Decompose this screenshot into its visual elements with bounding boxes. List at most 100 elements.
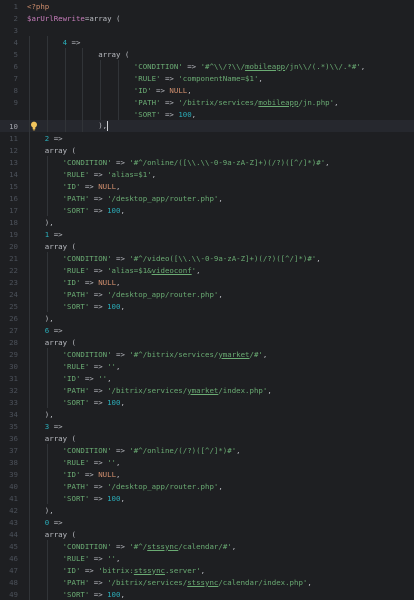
code-line[interactable]: 2 $arUrlRewrite=array ( [0,12,414,24]
code-editor[interactable]: 1 <?php 2 $arUrlRewrite=array (3 4 4 => 5 array… [0,0,414,600]
code-text[interactable]: <?php [27,2,49,11]
code-line[interactable]: 46 'RULE' => '', [0,552,414,564]
code-text[interactable]: 'RULE' => 'alias=$1&videoconf', [63,266,201,275]
code-line[interactable]: 24 'PATH' => '/desktop_app/router.php', [0,288,414,300]
code-text[interactable]: 'SORT' => 100, [63,494,125,503]
code-line[interactable]: 29 'CONDITION' => '#^/bitrix/services/yma… [0,348,414,360]
code-line[interactable]: 37 'CONDITION' => '#^/online/(/?)([^/]*)#… [0,444,414,456]
code-line[interactable]: 43 0 => [0,516,414,528]
code-line[interactable]: 7 'RULE' => 'componentName=$1', [0,72,414,84]
code-line[interactable]: 8 'ID' => NULL, [0,84,414,96]
code-line[interactable]: 3 [0,24,414,36]
code-text[interactable]: array ( [98,50,129,59]
code-text[interactable]: array ( [45,338,76,347]
code-line[interactable]: 14 'RULE' => 'alias=$1', [0,168,414,180]
code-text[interactable]: 1 => [45,230,63,239]
code-text[interactable]: ), [98,121,109,131]
code-line[interactable]: 40 'PATH' => '/desktop_app/router.php', [0,480,414,492]
code-line[interactable]: 28 array ( [0,336,414,348]
code-text[interactable]: 'RULE' => '', [63,554,121,563]
code-text[interactable]: 'SORT' => 100, [63,398,125,407]
code-line[interactable]: 33 'SORT' => 100, [0,396,414,408]
code-text[interactable]: 'SORT' => 100, [63,206,125,215]
code-text[interactable]: 'RULE' => 'componentName=$1', [134,74,263,83]
code-text[interactable]: ), [45,314,54,323]
code-line[interactable]: 45 'CONDITION' => '#^/stssync/calendar/#'… [0,540,414,552]
code-text[interactable]: 'PATH' => '/desktop_app/router.php', [63,482,223,491]
code-text[interactable]: 'CONDITION' => '#^/video([\\.\\-0-9a-zA-… [63,254,321,263]
code-line[interactable]: 25 'SORT' => 100, [0,300,414,312]
code-text[interactable]: 'SORT' => 100, [63,590,125,599]
code-line[interactable]: 'SORT' => 100, [0,108,414,120]
code-text[interactable]: 'CONDITION' => '#^/stssync/calendar/#', [63,542,237,551]
code-text[interactable]: $arUrlRewrite=array ( [27,14,120,23]
code-line[interactable]: 36 array ( [0,432,414,444]
code-text[interactable]: 'ID' => NULL, [63,182,121,191]
code-line[interactable]: 19 1 => [0,228,414,240]
code-text[interactable]: 'ID' => 'bitrix:stssync.server', [63,566,205,575]
code-line[interactable]: 10), [0,120,414,132]
code-text[interactable]: ), [45,506,54,515]
code-line[interactable]: 47 'ID' => 'bitrix:stssync.server', [0,564,414,576]
code-line[interactable]: 5 array ( [0,48,414,60]
lightbulb-icon[interactable] [30,121,38,131]
code-line[interactable]: 22 'RULE' => 'alias=$1&videoconf', [0,264,414,276]
code-text[interactable]: 'PATH' => '/bitrix/services/mobileapp/jn… [134,98,339,107]
code-text[interactable]: 'PATH' => '/bitrix/services/stssync/cale… [63,578,312,587]
code-line[interactable]: 15 'ID' => NULL, [0,180,414,192]
code-text[interactable]: 0 => [45,518,63,527]
code-line[interactable]: 1 <?php [0,0,414,12]
code-line[interactable]: 42), [0,504,414,516]
code-text[interactable]: 'ID' => NULL, [63,278,121,287]
code-text[interactable]: array ( [45,434,76,443]
code-line[interactable]: 27 6 => [0,324,414,336]
code-text[interactable]: 'PATH' => '/bitrix/services/ymarket/inde… [63,386,272,395]
code-line[interactable]: 44 array ( [0,528,414,540]
code-line[interactable]: 49 'SORT' => 100, [0,588,414,600]
code-line[interactable]: 41 'SORT' => 100, [0,492,414,504]
code-text[interactable]: 'RULE' => '', [63,458,121,467]
code-text[interactable]: 'PATH' => '/desktop_app/router.php', [63,290,223,299]
code-text[interactable]: 'SORT' => 100, [134,110,196,119]
code-text[interactable]: ), [45,218,54,227]
code-text[interactable]: 'ID' => '', [63,374,112,383]
code-line[interactable]: 18), [0,216,414,228]
code-text[interactable]: 2 => [45,134,63,143]
code-line[interactable]: 13 'CONDITION' => '#^/online/([\\.\\-0-9a… [0,156,414,168]
code-line[interactable]: 34), [0,408,414,420]
code-text[interactable]: 'RULE' => 'alias=$1', [63,170,156,179]
code-text[interactable]: 'RULE' => '', [63,362,121,371]
code-line[interactable]: 39 'ID' => NULL, [0,468,414,480]
code-line[interactable]: 35 3 => [0,420,414,432]
code-text[interactable]: 'ID' => NULL, [134,86,192,95]
code-line[interactable]: 23 'ID' => NULL, [0,276,414,288]
code-text[interactable]: 'CONDITION' => '#^/online/([\\.\\-0-9a-z… [63,158,330,167]
code-text[interactable]: array ( [45,146,76,155]
code-text[interactable]: 'ID' => NULL, [63,470,121,479]
code-text[interactable]: 4 => [63,38,81,47]
code-line[interactable]: 9 'PATH' => '/bitrix/services/mobileapp/j… [0,96,414,108]
code-line[interactable]: 6 'CONDITION' => '#^\\/?\\/mobileapp/jn\\… [0,60,414,72]
code-line[interactable]: 32 'PATH' => '/bitrix/services/ymarket/in… [0,384,414,396]
code-line[interactable]: 31 'ID' => '', [0,372,414,384]
code-text[interactable]: 'PATH' => '/desktop_app/router.php', [63,194,223,203]
code-line[interactable]: 21 'CONDITION' => '#^/video([\\.\\-0-9a-z… [0,252,414,264]
code-text[interactable]: array ( [45,530,76,539]
code-line[interactable]: 38 'RULE' => '', [0,456,414,468]
code-line[interactable]: 11 2 => [0,132,414,144]
code-text[interactable]: array ( [45,242,76,251]
code-text[interactable]: 'CONDITION' => '#^/bitrix/services/ymark… [63,350,268,359]
code-line[interactable]: 16 'PATH' => '/desktop_app/router.php', [0,192,414,204]
code-line[interactable]: 20 array ( [0,240,414,252]
code-text[interactable]: 6 => [45,326,63,335]
code-line[interactable]: 4 4 => [0,36,414,48]
code-text[interactable]: 'CONDITION' => '#^/online/(/?)([^/]*)#', [63,446,241,455]
code-line[interactable]: 26), [0,312,414,324]
code-text[interactable]: 'SORT' => 100, [63,302,125,311]
code-text[interactable]: 'CONDITION' => '#^\\/?\\/mobileapp/jn\\/… [134,62,365,71]
code-text[interactable]: 3 => [45,422,63,431]
code-line[interactable]: 17 'SORT' => 100, [0,204,414,216]
code-text[interactable]: ), [45,410,54,419]
code-line[interactable]: 48 'PATH' => '/bitrix/services/stssync/ca… [0,576,414,588]
code-line[interactable]: 12 array ( [0,144,414,156]
